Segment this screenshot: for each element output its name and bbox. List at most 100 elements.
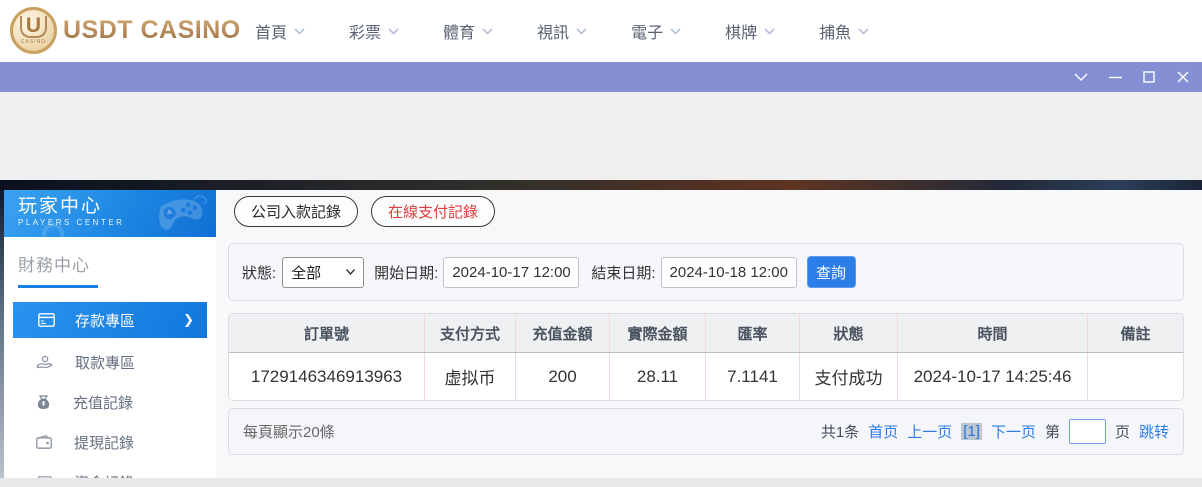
- logo-icon: U CASINO: [10, 7, 57, 54]
- col-header-remark: 備註: [1120, 325, 1151, 343]
- sidebar-item-label: 取款專區: [75, 354, 136, 372]
- page: U CASINO USDT CASINO 首頁 彩票 體育 視訊 電子 棋牌 捕…: [0, 0, 1202, 487]
- chevron-down-icon: [388, 27, 399, 35]
- minimize-icon[interactable]: [1108, 70, 1122, 84]
- table-header-row: 訂單號 支付方式 充值金額 實際金額 匯率 狀態 時間 備註: [229, 314, 1183, 353]
- time-cell: 2024-10-17 14:25:46: [898, 353, 1088, 400]
- chevron-down-icon: [482, 27, 493, 35]
- recharge-amount-cell: 200: [516, 353, 610, 400]
- logo-letter: U: [19, 15, 48, 38]
- chevron-down-icon: [670, 27, 681, 35]
- col-header-payment-method: 支付方式: [425, 314, 516, 352]
- record-tabs: 公司入款記錄 在線支付記錄: [234, 196, 496, 227]
- nav-label: 彩票: [349, 25, 382, 42]
- start-date-label: 開始日期:: [374, 264, 439, 282]
- window-titlebar: [0, 62, 1202, 92]
- col-header-status: 狀態: [800, 314, 898, 352]
- sidebar-menu: 取款專區 充值記錄 提現記錄: [4, 342, 216, 487]
- select-arrow-icon: [346, 269, 356, 275]
- blank-banner-area: [0, 92, 1202, 180]
- col-header-exchange-rate: 匯率: [706, 314, 800, 352]
- jump-suffix-text: 页: [1114, 424, 1130, 441]
- chevron-down-icon: [764, 27, 775, 35]
- end-date-label: 結束日期:: [591, 264, 656, 282]
- sidebar: 玩家中心 PLAYERS CENTER 財務中心 存款專區 ❯ 取款專區 充值記…: [4, 190, 216, 487]
- nav-item-sports[interactable]: 體育: [443, 19, 493, 43]
- col-header-recharge-amount: 充值金額: [516, 314, 610, 352]
- page-size-text: 每頁顯示20條: [243, 424, 335, 441]
- nav-item-chess-cards[interactable]: 棋牌: [725, 19, 775, 43]
- sidebar-item-recharge-records[interactable]: 充值記錄: [4, 382, 216, 422]
- nav-item-fishing[interactable]: 捕魚: [819, 19, 869, 43]
- chevron-down-icon: [294, 27, 305, 35]
- nav-label: 體育: [443, 25, 476, 42]
- main-nav: 首頁 彩票 體育 視訊 電子 棋牌 捕魚: [255, 0, 869, 62]
- sidebar-section: 財務中心: [4, 237, 216, 288]
- col-header-time: 時間: [898, 314, 1088, 352]
- nav-label: 捕魚: [819, 25, 852, 42]
- nav-label: 首頁: [255, 25, 288, 42]
- sidebar-item-label: 提現記錄: [74, 434, 135, 452]
- chevron-down-icon: [576, 27, 587, 35]
- table-row: 1729146346913963 虚拟币 200 28.11 7.1141 支付…: [229, 353, 1183, 400]
- logo[interactable]: U CASINO USDT CASINO: [10, 7, 241, 54]
- nav-label: 電子: [631, 25, 664, 42]
- page-jump-input[interactable]: [1068, 419, 1106, 444]
- hand-money-icon: [36, 355, 53, 369]
- sidebar-item-withdrawal-records[interactable]: 提現記錄: [4, 422, 216, 462]
- start-date-input[interactable]: [443, 256, 580, 288]
- actual-amount-cell: 28.11: [610, 353, 706, 400]
- logo-sub-text: CASINO: [20, 39, 47, 45]
- bottom-scroll-strip[interactable]: [0, 478, 1202, 487]
- prev-page-link[interactable]: 上一页: [907, 421, 952, 442]
- payment-method-cell: 虚拟币: [425, 353, 516, 400]
- status-label: 狀態:: [242, 264, 277, 282]
- sidebar-item-label: 存款專區: [75, 312, 136, 330]
- remark-cell: [1088, 353, 1183, 400]
- maximize-icon[interactable]: [1142, 70, 1156, 84]
- nav-item-slots[interactable]: 電子: [631, 19, 681, 43]
- decorative-divider: [0, 180, 1202, 190]
- nav-item-lottery[interactable]: 彩票: [349, 19, 399, 43]
- status-select[interactable]: 全部: [282, 256, 365, 288]
- first-page-link[interactable]: 首页: [868, 421, 898, 442]
- section-underline: [18, 285, 98, 288]
- next-page-link[interactable]: 下一页: [991, 421, 1036, 442]
- total-count-text: 共1条: [820, 424, 860, 441]
- sidebar-header: 玩家中心 PLAYERS CENTER: [4, 190, 216, 237]
- sidebar-section-label: 財務中心: [18, 256, 90, 275]
- chevron-down-icon: [858, 27, 869, 35]
- records-table: 訂單號 支付方式 充值金額 實際金額 匯率 狀態 時間 備註 172914634…: [228, 313, 1184, 401]
- jump-prefix-text: 第: [1044, 424, 1060, 441]
- tab-company-deposit-records[interactable]: 公司入款記錄: [234, 196, 359, 227]
- jump-action-link[interactable]: 跳转: [1139, 421, 1169, 442]
- close-icon[interactable]: [1176, 70, 1190, 84]
- nav-label: 棋牌: [725, 25, 758, 42]
- content-area: 玩家中心 PLAYERS CENTER 財務中心 存款專區 ❯ 取款專區 充值記…: [0, 190, 1202, 487]
- status-selected-value: 全部: [291, 264, 322, 282]
- bank-card-icon: [38, 313, 55, 327]
- search-button[interactable]: 查詢: [806, 256, 856, 288]
- sidebar-item-withdraw-zone[interactable]: 取款專區: [4, 342, 216, 382]
- col-header-order-no: 訂單號: [229, 314, 425, 352]
- status-cell: 支付成功: [800, 353, 898, 400]
- collapse-chevron-icon[interactable]: [1074, 70, 1088, 84]
- top-navbar: U CASINO USDT CASINO 首頁 彩票 體育 視訊 電子 棋牌 捕…: [0, 0, 1202, 62]
- pagination-controls: 共1条 首页 上一页 [1] 下一页 第 页 跳转: [821, 419, 1169, 444]
- end-date-input[interactable]: [660, 256, 797, 288]
- pagination-bar: 每頁顯示20條 共1条 首页 上一页 [1] 下一页 第 页 跳转: [228, 408, 1184, 455]
- sidebar-item-label: 充值記錄: [73, 394, 134, 412]
- gamepad-icon: [159, 195, 207, 230]
- current-page-badge: [1]: [961, 423, 982, 440]
- order-no-cell: 1729146346913963: [229, 353, 425, 400]
- nav-item-home[interactable]: 首頁: [255, 19, 305, 43]
- tab-online-payment-records[interactable]: 在線支付記錄: [371, 196, 496, 227]
- wallet-icon: [36, 435, 52, 449]
- sidebar-item-deposit-zone[interactable]: 存款專區 ❯: [13, 302, 207, 338]
- nav-label: 視訊: [537, 25, 570, 42]
- money-bag-icon: [36, 394, 51, 410]
- brand-name: USDT CASINO: [63, 16, 241, 44]
- nav-item-live-video[interactable]: 視訊: [537, 19, 587, 43]
- window-controls: [1074, 62, 1190, 92]
- col-header-actual-amount: 實際金額: [610, 314, 706, 352]
